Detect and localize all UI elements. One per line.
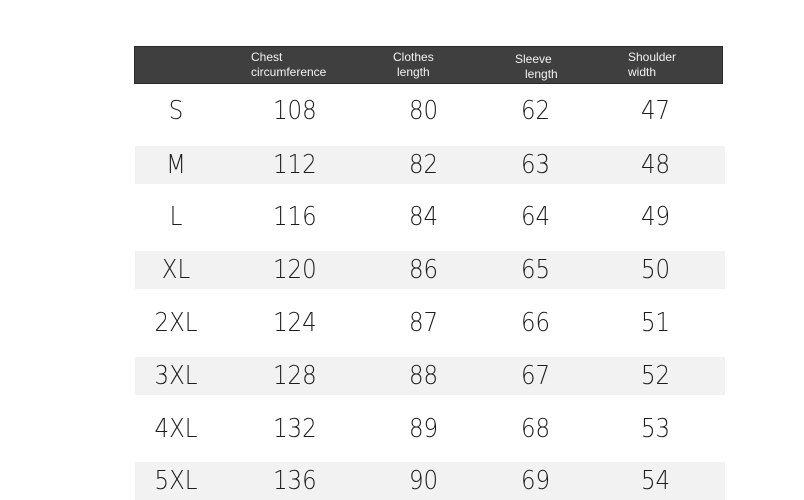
table-row: S 108 80 62 47: [135, 92, 725, 130]
cell-clothes-length: 84: [409, 202, 439, 232]
cell-shoulder-width: 48: [641, 150, 671, 180]
table-row: 5XL 136 90 69 54: [135, 462, 725, 500]
cell-shoulder-width: 49: [641, 202, 671, 232]
header-chest-circumference: Chest circumference: [251, 50, 326, 80]
cell-shoulder-width: 50: [641, 255, 671, 285]
cell-sleeve-length: 69: [521, 466, 551, 496]
cell-chest: 108: [273, 96, 317, 126]
header-shoulder-line1: Shoulder: [628, 50, 677, 64]
table-row: XL 120 86 65 50: [135, 251, 725, 289]
cell-sleeve-length: 68: [521, 414, 551, 444]
cell-size: M: [166, 150, 186, 180]
cell-sleeve-length: 66: [521, 308, 551, 338]
cell-clothes-length: 87: [409, 308, 439, 338]
cell-size: 3XL: [154, 361, 198, 391]
cell-sleeve-length: 62: [521, 96, 551, 126]
table-row: 4XL 132 89 68 53: [135, 410, 725, 448]
cell-chest: 136: [273, 466, 317, 496]
cell-size: L: [169, 202, 183, 232]
header-sleeve-length: Sleeve length: [515, 52, 558, 82]
cell-clothes-length: 88: [409, 361, 439, 391]
table-row: L 116 84 64 49: [135, 198, 725, 236]
header-sleeve-line2: length: [525, 67, 558, 81]
table-row: 3XL 128 88 67 52: [135, 357, 725, 395]
size-table-header: Chest circumference Clothes length Sleev…: [134, 46, 723, 84]
table-row: M 112 82 63 48: [135, 146, 725, 184]
cell-sleeve-length: 67: [521, 361, 551, 391]
cell-clothes-length: 82: [409, 150, 439, 180]
header-clothes-line1: Clothes: [393, 50, 434, 64]
cell-chest: 120: [273, 255, 317, 285]
header-sleeve-line1: Sleeve: [515, 52, 552, 66]
cell-sleeve-length: 63: [521, 150, 551, 180]
cell-clothes-length: 86: [409, 255, 439, 285]
cell-clothes-length: 80: [409, 96, 439, 126]
header-clothes-line2: length: [396, 65, 430, 79]
cell-chest: 128: [273, 361, 317, 391]
cell-shoulder-width: 47: [641, 96, 671, 126]
cell-shoulder-width: 52: [641, 361, 671, 391]
cell-chest: 116: [273, 202, 317, 232]
cell-clothes-length: 89: [409, 414, 439, 444]
cell-size: S: [168, 96, 184, 126]
cell-shoulder-width: 54: [641, 466, 671, 496]
cell-shoulder-width: 53: [641, 414, 671, 444]
cell-sleeve-length: 65: [521, 255, 551, 285]
cell-chest: 132: [273, 414, 317, 444]
cell-size: 4XL: [154, 414, 198, 444]
cell-shoulder-width: 51: [641, 308, 671, 338]
cell-size: 2XL: [154, 308, 198, 338]
header-shoulder-width: Shoulder width: [628, 50, 676, 80]
cell-size: 5XL: [154, 466, 198, 496]
cell-chest: 112: [273, 150, 317, 180]
header-chest-line2: circumference: [251, 65, 327, 79]
header-shoulder-line2: width: [628, 65, 657, 79]
cell-chest: 124: [273, 308, 317, 338]
cell-size: XL: [161, 255, 191, 285]
header-clothes-length: Clothes length: [393, 50, 434, 80]
cell-clothes-length: 90: [409, 466, 439, 496]
table-row: 2XL 124 87 66 51: [135, 304, 725, 342]
header-chest-line1: Chest: [251, 50, 283, 64]
cell-sleeve-length: 64: [521, 202, 551, 232]
